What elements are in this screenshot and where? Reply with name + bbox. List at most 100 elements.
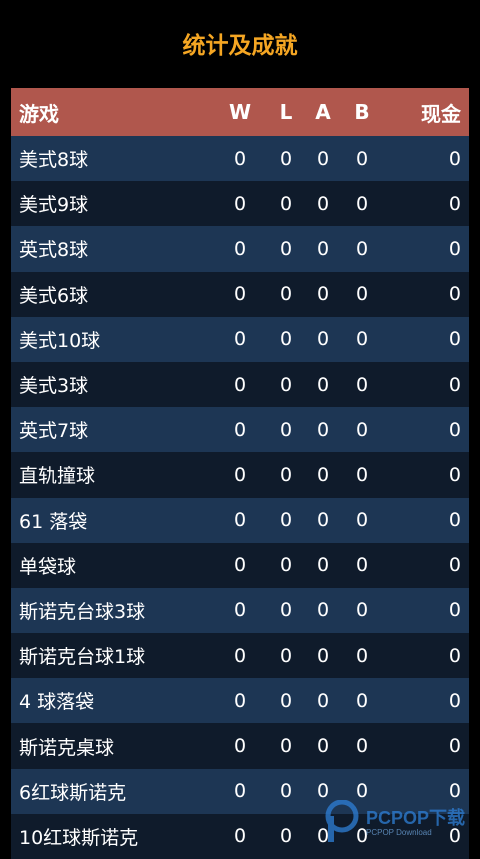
- game-name-cell: 美式10球: [19, 329, 101, 352]
- losses-cell: 0: [279, 509, 293, 532]
- table-row: 英式7球 0 0 0 0 0: [11, 407, 469, 453]
- game-name-cell: 直轨撞球: [19, 465, 96, 488]
- game-name-cell: 斯诺克桌球: [19, 736, 115, 759]
- table-row: 斯诺克桌球 0 0 0 0 0: [11, 723, 469, 769]
- game-name-cell: 4 球落袋: [19, 691, 95, 714]
- header-wins: W: [228, 100, 252, 124]
- losses-cell: 0: [279, 283, 293, 306]
- b-cell: 0: [355, 373, 369, 396]
- cash-cell: 0: [448, 283, 461, 306]
- a-cell: 0: [316, 735, 330, 758]
- cash-cell: 0: [448, 735, 461, 758]
- table-row: 美式6球 0 0 0 0 0: [11, 271, 469, 317]
- b-cell: 0: [355, 644, 369, 667]
- b-cell: 0: [355, 418, 369, 441]
- b-cell: 0: [355, 328, 369, 351]
- header-b: B: [354, 100, 370, 124]
- b-cell: 0: [355, 735, 369, 758]
- b-cell: 0: [355, 463, 369, 486]
- table-header: 游戏 W L A B 现金: [11, 88, 469, 136]
- table-row: 斯诺克台球1球 0 0 0 0 0: [11, 633, 469, 679]
- page-title: 统计及成就: [182, 33, 298, 59]
- losses-cell: 0: [279, 689, 293, 712]
- losses-cell: 0: [279, 192, 293, 215]
- wins-cell: 0: [233, 689, 247, 712]
- cash-cell: 0: [448, 644, 461, 667]
- cash-cell: 0: [448, 554, 461, 577]
- table-row: 61 落袋 0 0 0 0 0: [11, 497, 469, 543]
- b-cell: 0: [355, 192, 369, 215]
- cash-cell: 0: [448, 463, 461, 486]
- a-cell: 0: [316, 237, 330, 260]
- header-game: 游戏: [19, 101, 59, 126]
- stats-table: 游戏 W L A B 现金 美式8球 0 0 0 0 0 美式9球 0 0 0 0 0 英式8球 0 0 0 0…: [11, 88, 469, 859]
- cash-cell: 0: [448, 373, 461, 396]
- losses-cell: 0: [279, 780, 293, 803]
- wins-cell: 0: [233, 599, 247, 622]
- losses-cell: 0: [279, 554, 293, 577]
- cash-cell: 0: [448, 509, 461, 532]
- header-cash: 现金: [421, 101, 461, 126]
- a-cell: 0: [316, 192, 330, 215]
- a-cell: 0: [316, 328, 330, 351]
- wins-cell: 0: [233, 463, 247, 486]
- wins-cell: 0: [233, 825, 247, 848]
- a-cell: 0: [316, 147, 330, 170]
- wins-cell: 0: [233, 283, 247, 306]
- wins-cell: 0: [233, 509, 247, 532]
- wins-cell: 0: [233, 554, 247, 577]
- losses-cell: 0: [279, 418, 293, 441]
- a-cell: 0: [316, 418, 330, 441]
- wins-cell: 0: [233, 644, 247, 667]
- wins-cell: 0: [233, 780, 247, 803]
- a-cell: 0: [316, 689, 330, 712]
- table-row: 单袋球 0 0 0 0 0: [11, 542, 469, 588]
- losses-cell: 0: [279, 599, 293, 622]
- table-row: 美式3球 0 0 0 0 0: [11, 361, 469, 408]
- cash-cell: 0: [448, 689, 461, 712]
- table-row: 美式8球 0 0 0 0 0: [11, 136, 469, 182]
- wins-cell: 0: [233, 147, 247, 170]
- game-name-cell: 61 落袋: [19, 510, 88, 533]
- losses-cell: 0: [279, 328, 293, 351]
- watermark-text: PCPOP下载: [366, 808, 466, 828]
- header-losses: L: [279, 100, 293, 124]
- game-name-cell: 美式6球: [19, 284, 89, 307]
- game-name-cell: 美式3球: [19, 375, 89, 398]
- header-a: A: [315, 100, 331, 124]
- cash-cell: 0: [448, 237, 461, 260]
- pcpop-watermark: PCPOP下载 PCPOP Download: [322, 799, 474, 846]
- a-cell: 0: [316, 599, 330, 622]
- losses-cell: 0: [279, 644, 293, 667]
- cash-cell: 0: [448, 328, 461, 351]
- game-name-cell: 6红球斯诺克: [19, 781, 127, 804]
- b-cell: 0: [355, 509, 369, 532]
- losses-cell: 0: [279, 735, 293, 758]
- table-row: 美式9球 0 0 0 0 0: [11, 181, 469, 227]
- wins-cell: 0: [233, 735, 247, 758]
- table-row: 英式8球 0 0 0 0 0: [11, 226, 469, 272]
- table-body: 美式8球 0 0 0 0 0 美式9球 0 0 0 0 0 英式8球 0 0 0 0 0 美式6球 0 0 0 0 0 美式10…: [11, 136, 469, 859]
- table-row: 美式10球 0 0 0 0 0: [11, 316, 469, 362]
- wins-cell: 0: [233, 192, 247, 215]
- b-cell: 0: [355, 599, 369, 622]
- wins-cell: 0: [233, 373, 247, 396]
- wins-cell: 0: [233, 237, 247, 260]
- a-cell: 0: [316, 644, 330, 667]
- b-cell: 0: [355, 147, 369, 170]
- table-row: 4 球落袋 0 0 0 0 0: [11, 678, 469, 724]
- wins-cell: 0: [233, 418, 247, 441]
- cash-cell: 0: [448, 599, 461, 622]
- a-cell: 0: [316, 463, 330, 486]
- b-cell: 0: [355, 283, 369, 306]
- b-cell: 0: [355, 689, 369, 712]
- b-cell: 0: [355, 237, 369, 260]
- game-name-cell: 英式8球: [19, 239, 89, 262]
- pcpop-logo-icon: [325, 799, 359, 842]
- cash-cell: 0: [448, 192, 461, 215]
- game-name-cell: 美式8球: [19, 149, 89, 172]
- game-name-cell: 斯诺克台球1球: [19, 646, 146, 669]
- losses-cell: 0: [279, 147, 293, 170]
- table-row: 斯诺克台球3球 0 0 0 0 0: [11, 587, 469, 634]
- cash-cell: 0: [448, 418, 461, 441]
